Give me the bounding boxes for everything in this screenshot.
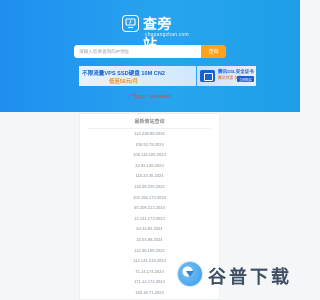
ip-list-item[interactable]: 112.35.108.2024 — [80, 246, 219, 257]
ip-list-item[interactable]: 23.54.86.2024 — [80, 235, 219, 246]
ip-list-item[interactable]: 106.93.79.2024 — [80, 140, 219, 151]
ssl-ad-buy-button[interactable]: 立即购买 — [237, 76, 254, 82]
ip-list-item[interactable]: 119.39.220.2024 — [80, 182, 219, 193]
vps-ad-title: 不限流量VPS SSD硬盘 10M CN2 — [82, 71, 165, 77]
vps-ad-banner[interactable]: 不限流量VPS SSD硬盘 10M CN2 低至56元/月 — [79, 66, 196, 86]
site-logo[interactable]: 查旁站 chapangzhan.com — [122, 15, 189, 52]
site-domain: chapangzhan.com — [145, 32, 189, 38]
ssl-ad-banner[interactable]: 腾讯SSL安全证书 腾讯特惠 仅需¥ 立即购买 — [197, 66, 256, 86]
ip-list-item[interactable]: 50.208.213.2024 — [80, 203, 219, 214]
ip-list-item[interactable]: 103.155.173.2024 — [80, 193, 219, 204]
download-logo-icon — [178, 262, 202, 286]
download-site-watermark: 谷普下载 — [178, 260, 294, 288]
watermark-text: 谷普下载 — [208, 267, 292, 287]
ssl-ad-title: 腾讯SSL安全证书 — [218, 69, 254, 74]
panel-title: 最新旁站查询 — [134, 119, 165, 125]
search-bar: 查询 — [74, 45, 226, 58]
ip-list-item[interactable]: 106.115.106.2024 — [80, 150, 219, 161]
vps-ad-price: 低至56元/月 — [109, 79, 139, 85]
cloud-shield-icon — [200, 70, 215, 82]
search-button[interactable]: 查询 — [201, 45, 226, 58]
logo-mark-icon — [122, 15, 139, 32]
ip-list-item[interactable]: 182.15.71.2024 — [80, 288, 219, 299]
ip-list-item[interactable]: 114.238.99.2024 — [80, 129, 219, 140]
ip-list-item[interactable]: 115.23.45.2024 — [80, 171, 219, 182]
ad-contact-text: 广告QQ：509292507 — [129, 94, 171, 99]
ip-list-item[interactable]: 13.131.173.2024 — [80, 214, 219, 225]
ip-list-item[interactable]: 23.92.128.2024 — [80, 161, 219, 172]
ip-list-item[interactable]: 54.44.92.2024 — [80, 224, 219, 235]
ip-search-input[interactable] — [74, 45, 201, 58]
